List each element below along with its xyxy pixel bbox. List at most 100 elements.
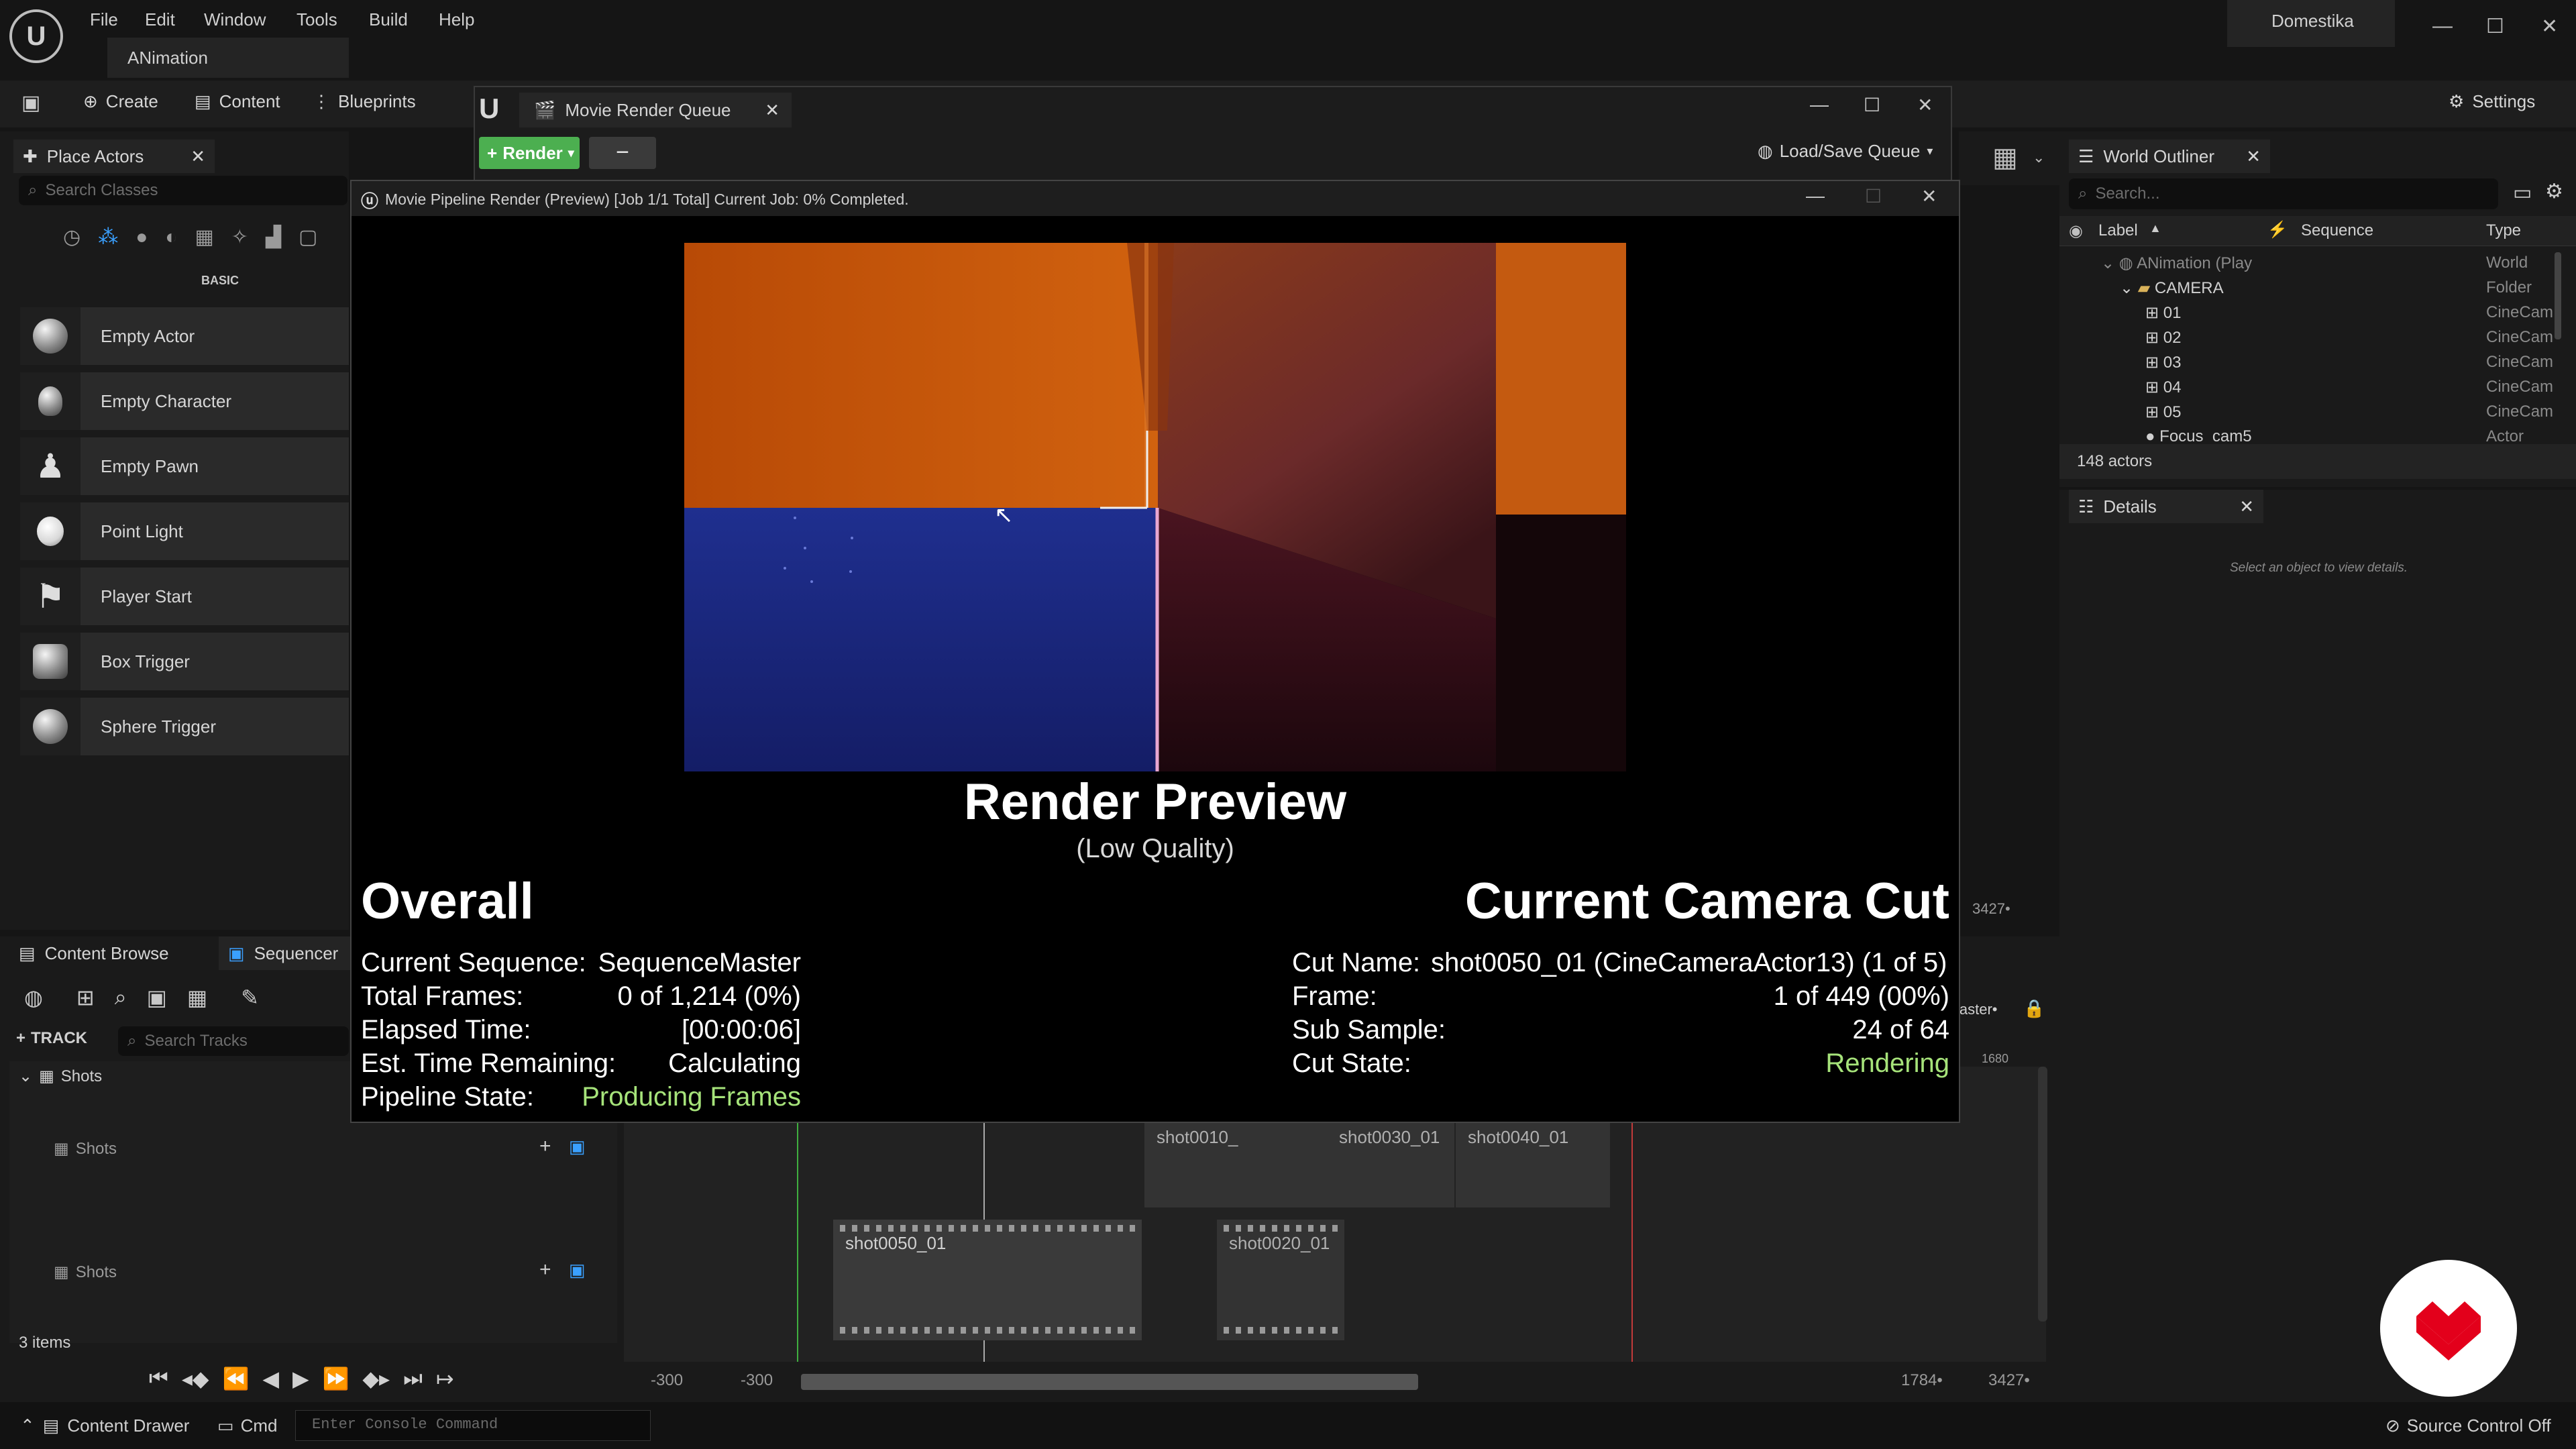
go-to-end-icon[interactable]: ⏭: [403, 1366, 423, 1391]
next-key-icon[interactable]: ◆▸: [362, 1366, 390, 1391]
actor-item-empty-actor[interactable]: Empty Actor: [20, 307, 349, 365]
render-button[interactable]: + Render ▾: [479, 137, 580, 169]
track-root[interactable]: ⌄ ▦ Shots: [19, 1067, 102, 1086]
menu-window[interactable]: Window: [204, 9, 266, 30]
basic-icon[interactable]: ⁂: [98, 225, 118, 249]
column-sequence[interactable]: Sequence: [2301, 221, 2373, 240]
outliner-scrollbar[interactable]: [2555, 252, 2561, 339]
world-icon[interactable]: ◍: [24, 985, 43, 1010]
loop-icon[interactable]: ↦: [436, 1366, 454, 1391]
tree-icon[interactable]: ⊞: [76, 985, 95, 1010]
save-icon[interactable]: ▣: [21, 91, 40, 115]
shot-clip[interactable]: shot0010_: [1144, 1114, 1346, 1208]
settings-button[interactable]: ⚙ Settings: [2449, 91, 2535, 112]
viewport-layout-icon[interactable]: ▦: [1992, 142, 2018, 173]
column-label[interactable]: Label: [2098, 221, 2138, 240]
actor-item-empty-pawn[interactable]: ♟ Empty Pawn: [20, 437, 349, 495]
search-classes-input[interactable]: ⌕ Search Classes: [19, 176, 347, 205]
shot-clip[interactable]: shot0020_01: [1217, 1220, 1344, 1340]
add-shot-icon[interactable]: +: [539, 1135, 551, 1158]
content-browser-tab[interactable]: ▤ Content Browse: [9, 936, 217, 970]
view-range-start[interactable]: -300: [651, 1371, 683, 1390]
maximize-icon[interactable]: ☐: [2486, 15, 2504, 38]
content-drawer-button[interactable]: ⌃ ▤ Content Drawer: [20, 1415, 189, 1436]
geometry-icon[interactable]: ▟: [266, 225, 281, 249]
console-input[interactable]: Enter Console Command: [295, 1410, 651, 1441]
visual-effects-icon[interactable]: ✧: [231, 225, 248, 249]
outliner-row-camera-04[interactable]: ⊞ 04: [2145, 378, 2181, 397]
load-save-queue-button[interactable]: ◍ Load/Save Queue ▾: [1758, 141, 1933, 162]
go-to-start-icon[interactable]: ⏮: [149, 1366, 168, 1391]
eye-icon[interactable]: ◉: [2069, 221, 2083, 241]
outliner-search-input[interactable]: ⌕ Search...: [2069, 178, 2498, 209]
close-icon[interactable]: ✕: [1917, 94, 1933, 116]
menu-help[interactable]: Help: [439, 9, 474, 30]
search-tracks-input[interactable]: ⌕ Search Tracks: [118, 1026, 349, 1056]
outliner-row-camera-01[interactable]: ⊞ 01: [2145, 303, 2181, 323]
shot-clip[interactable]: shot0040_01: [1456, 1114, 1610, 1208]
menu-edit[interactable]: Edit: [145, 9, 175, 30]
movie-render-queue-tab[interactable]: 🎬 Movie Render Queue ✕: [519, 93, 792, 127]
actor-item-sphere-trigger[interactable]: Sphere Trigger: [20, 698, 349, 755]
create-button[interactable]: ⊕ Create: [83, 91, 158, 112]
shot-clip[interactable]: shot0050_01: [833, 1220, 1142, 1340]
outliner-row-camera-05[interactable]: ⊞ 05: [2145, 402, 2181, 422]
play-reverse-icon[interactable]: ◀: [262, 1366, 279, 1391]
recent-icon[interactable]: ◷: [63, 225, 80, 249]
timeline-scrollbar[interactable]: [2038, 1067, 2047, 1322]
lock-icon[interactable]: 🔒: [2023, 998, 2045, 1019]
add-folder-icon[interactable]: ▭: [2513, 181, 2532, 205]
track-shots-2[interactable]: ▦ Shots: [54, 1263, 117, 1282]
working-range-end[interactable]: 1784•: [1901, 1371, 1943, 1390]
minimize-icon[interactable]: —: [1806, 185, 1825, 207]
column-type[interactable]: Type: [2486, 221, 2521, 240]
remove-job-button[interactable]: −: [589, 137, 656, 169]
details-tab[interactable]: ☷ Details ✕: [2069, 490, 2263, 523]
project-tab[interactable]: ANimation: [107, 38, 349, 78]
step-forward-icon[interactable]: ⏩: [323, 1366, 350, 1391]
shapes-icon[interactable]: ◐: [165, 226, 177, 249]
camera-icon[interactable]: ▣: [569, 1136, 586, 1157]
close-tab-icon[interactable]: ✕: [765, 100, 780, 121]
shot-clip[interactable]: shot0030_01: [1327, 1114, 1454, 1208]
source-control-button[interactable]: ⊘ Source Control Off: [2385, 1415, 2551, 1436]
wrench-icon[interactable]: ✎: [241, 985, 259, 1010]
camera-icon[interactable]: ▣: [569, 1260, 586, 1281]
minimize-icon[interactable]: —: [2432, 15, 2453, 38]
menu-file[interactable]: File: [90, 9, 118, 30]
cmd-button[interactable]: ▭ Cmd: [217, 1415, 277, 1436]
close-icon[interactable]: ✕: [2541, 15, 2558, 38]
content-button[interactable]: ▤ Content: [195, 91, 280, 112]
outliner-row-focus[interactable]: ● Focus_cam5: [2145, 427, 2252, 441]
outliner-row-camera-03[interactable]: ⊞ 03: [2145, 353, 2181, 372]
add-shot-icon[interactable]: +: [539, 1258, 551, 1281]
actor-item-point-light[interactable]: Point Light: [20, 502, 349, 560]
close-tab-icon[interactable]: ✕: [2246, 146, 2261, 167]
view-range-end[interactable]: 3427•: [1988, 1371, 2030, 1390]
menu-tools[interactable]: Tools: [297, 9, 337, 30]
volumes-icon[interactable]: ▢: [299, 225, 317, 249]
maximize-icon[interactable]: ☐: [1864, 94, 1880, 116]
actor-item-empty-character[interactable]: Empty Character: [20, 372, 349, 430]
blueprints-button[interactable]: ⋮ Blueprints: [313, 91, 416, 112]
outliner-row-camera-folder[interactable]: ⌄ ▰ CAMERA: [2120, 278, 2224, 298]
close-tab-icon[interactable]: ✕: [191, 146, 205, 167]
sequencer-tab[interactable]: ▣ Sequencer: [219, 936, 353, 970]
close-tab-icon[interactable]: ✕: [2239, 496, 2254, 517]
outliner-row-camera-02[interactable]: ⊞ 02: [2145, 328, 2181, 347]
add-track-button[interactable]: + TRACK: [16, 1029, 87, 1048]
camera-icon[interactable]: ▣: [147, 985, 167, 1010]
play-icon[interactable]: ▶: [292, 1366, 309, 1391]
track-shots-1[interactable]: ▦ Shots: [54, 1139, 117, 1159]
actor-item-box-trigger[interactable]: Box Trigger: [20, 633, 349, 690]
range-scrub-bar[interactable]: [801, 1374, 1418, 1390]
close-icon[interactable]: ✕: [1921, 185, 1937, 207]
step-back-icon[interactable]: ⏪: [222, 1366, 249, 1391]
unreal-logo-icon[interactable]: U: [9, 9, 63, 63]
gear-icon[interactable]: ⚙: [2545, 180, 2563, 203]
prev-key-icon[interactable]: ◂◆: [182, 1366, 209, 1391]
cinematic-icon[interactable]: ▦: [195, 225, 213, 249]
render-movie-icon[interactable]: ▦: [187, 985, 207, 1010]
actor-item-player-start[interactable]: ⚑ Player Start: [20, 568, 349, 625]
outliner-row-world[interactable]: ⌄ ◍ ANimation (Play: [2101, 254, 2252, 273]
